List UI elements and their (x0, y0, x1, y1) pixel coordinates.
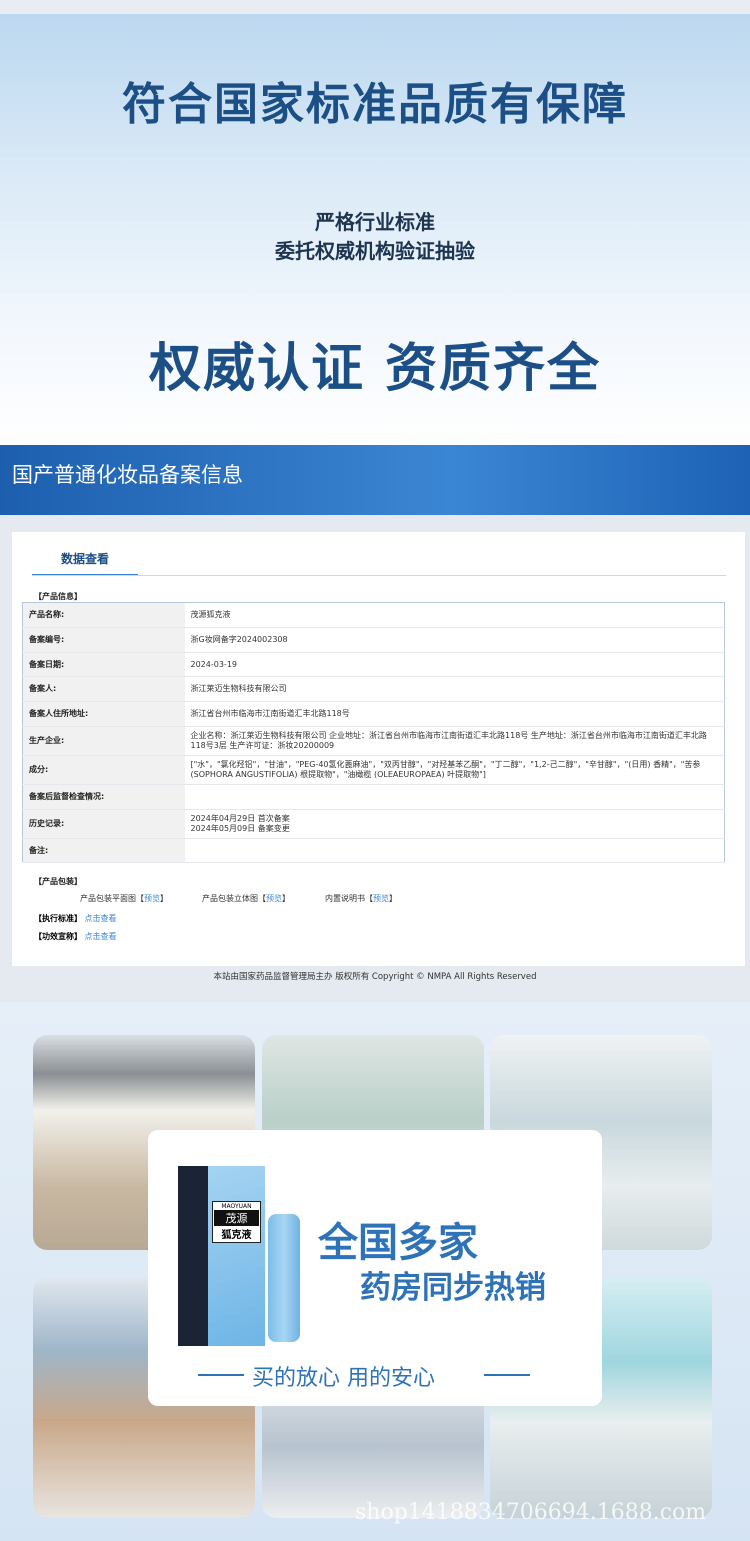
table-row: 备案日期: 2024-03-19 (22, 652, 725, 677)
preview-link[interactable]: 预览 (144, 894, 160, 903)
product-info-heading: 【产品信息】 (34, 592, 82, 601)
divider-line (198, 1374, 244, 1376)
record-table: 产品名称: 茂源狐克液 备案编号: 浙G妆网备字2024002308 备案日期: 20… (22, 602, 725, 863)
row-value: 浙G妆网备字2024002308 (184, 627, 725, 653)
table-row: 历史记录: 2024年04月29日 首次备案 2024年05月09日 备案变更 (22, 809, 725, 839)
row-label: 生产企业: (22, 726, 185, 756)
row-value: 2024-03-19 (184, 652, 725, 677)
table-row: 备案后监督检查情况: (22, 784, 725, 810)
packaging-heading: 【产品包装】 (34, 877, 82, 886)
history-entry: 2024年04月29日 首次备案 (190, 814, 290, 823)
hero-sub2: 委托权威机构验证抽验 (275, 239, 475, 263)
shop-watermark: shop1418834706694.1688.com (355, 1500, 707, 1525)
hero-section: 符合国家标准品质有保障 严格行业标准 委托权威机构验证抽验 权威认证 资质齐全 (0, 0, 750, 445)
row-label: 备案编号: (22, 627, 185, 653)
claim-link[interactable]: 点击查看 (85, 932, 117, 941)
standard-link[interactable]: 点击查看 (85, 914, 117, 923)
promo-card: MAOYUAN 茂源 狐克液 全国多家 药房同步热销 买的放心 用的安心 (148, 1130, 602, 1406)
pack-label: 产品包装立体图 (202, 894, 258, 903)
copyright: 本站由国家药品监督管理局主办 版权所有 Copyright © NMPA All… (213, 972, 537, 982)
table-row: 生产企业: 企业名称：浙江莱迈生物科技有限公司 企业地址：浙江省台州市临海市江南街… (22, 726, 725, 756)
row-value: 2024年04月29日 首次备案 2024年05月09日 备案变更 (184, 809, 725, 839)
standard-row: 【执行标准】 点击查看 (34, 913, 117, 924)
top-strip (0, 0, 750, 14)
product-name: 狐克液 (221, 1230, 252, 1241)
claim-label: 【功效宣称】 (34, 932, 82, 941)
row-value: 浙江莱迈生物科技有限公司 (184, 676, 725, 702)
row-label: 历史记录: (22, 809, 185, 839)
promo-line1: 全国多家 (318, 1220, 478, 1266)
pack-item: 内置说明书【预览】 (325, 894, 397, 903)
row-value: 浙江省台州市临海市江南街道汇丰北路118号 (184, 701, 725, 727)
box-label: MAOYUAN 茂源 狐克液 (212, 1201, 261, 1243)
promo-tagline: 买的放心 用的安心 (252, 1366, 435, 1391)
row-value: ["水"，"氯化羟铝"，"甘油"，"PEG-40氢化蓖麻油"，"双丙甘醇"，"对… (184, 755, 725, 785)
pack-label: 内置说明书 (325, 894, 365, 903)
product-box-side (178, 1166, 208, 1346)
row-value (184, 784, 725, 810)
pack-label: 产品包装平面图 (80, 894, 136, 903)
row-value (184, 838, 725, 863)
history-entry: 2024年05月09日 备案变更 (190, 824, 290, 833)
pack-item: 产品包装立体图【预览】 (202, 894, 290, 903)
section-banner: 国产普通化妆品备案信息 (0, 445, 750, 515)
spray-bottle (268, 1214, 300, 1342)
table-row: 备案人住所地址: 浙江省台州市临海市江南街道汇丰北路118号 (22, 701, 725, 727)
brand-logo: MAOYUAN (221, 1203, 252, 1210)
table-row: 成分: ["水"，"氯化羟铝"，"甘油"，"PEG-40氢化蓖麻油"，"双丙甘醇"… (22, 755, 725, 785)
hero-headline: 权威认证 资质齐全 (148, 339, 602, 399)
table-row: 产品名称: 茂源狐克液 (22, 602, 725, 628)
hero-title: 符合国家标准品质有保障 (122, 79, 628, 130)
hero-sub1: 严格行业标准 (315, 210, 435, 234)
row-label: 产品名称: (22, 602, 185, 628)
row-label: 备案人: (22, 676, 185, 702)
row-value: 茂源狐克液 (184, 602, 725, 628)
pack-item: 产品包装平面图【预览】 (80, 894, 168, 903)
claim-row: 【功效宣称】 点击查看 (34, 931, 117, 942)
tab-divider (32, 575, 726, 576)
brand-cn: 茂源 (214, 1210, 259, 1226)
table-row: 备案编号: 浙G妆网备字2024002308 (22, 627, 725, 653)
row-label: 备案后监督检查情况: (22, 784, 185, 810)
row-label: 备案日期: (22, 652, 185, 677)
product-box: MAOYUAN 茂源 狐克液 (208, 1166, 265, 1346)
promo-line2: 药房同步热销 (360, 1270, 546, 1306)
table-row: 备案人: 浙江莱迈生物科技有限公司 (22, 676, 725, 702)
table-row: 备注: (22, 838, 725, 863)
row-label: 成分: (22, 755, 185, 785)
row-value: 企业名称：浙江莱迈生物科技有限公司 企业地址：浙江省台州市临海市江南街道汇丰北路… (184, 726, 725, 756)
row-label: 备注: (22, 838, 185, 863)
tab-data-view[interactable]: 数据查看 (32, 546, 138, 576)
preview-link[interactable]: 预览 (266, 894, 282, 903)
preview-link[interactable]: 预览 (373, 894, 389, 903)
divider-line (484, 1374, 530, 1376)
row-label: 备案人住所地址: (22, 701, 185, 727)
standard-label: 【执行标准】 (34, 914, 82, 923)
